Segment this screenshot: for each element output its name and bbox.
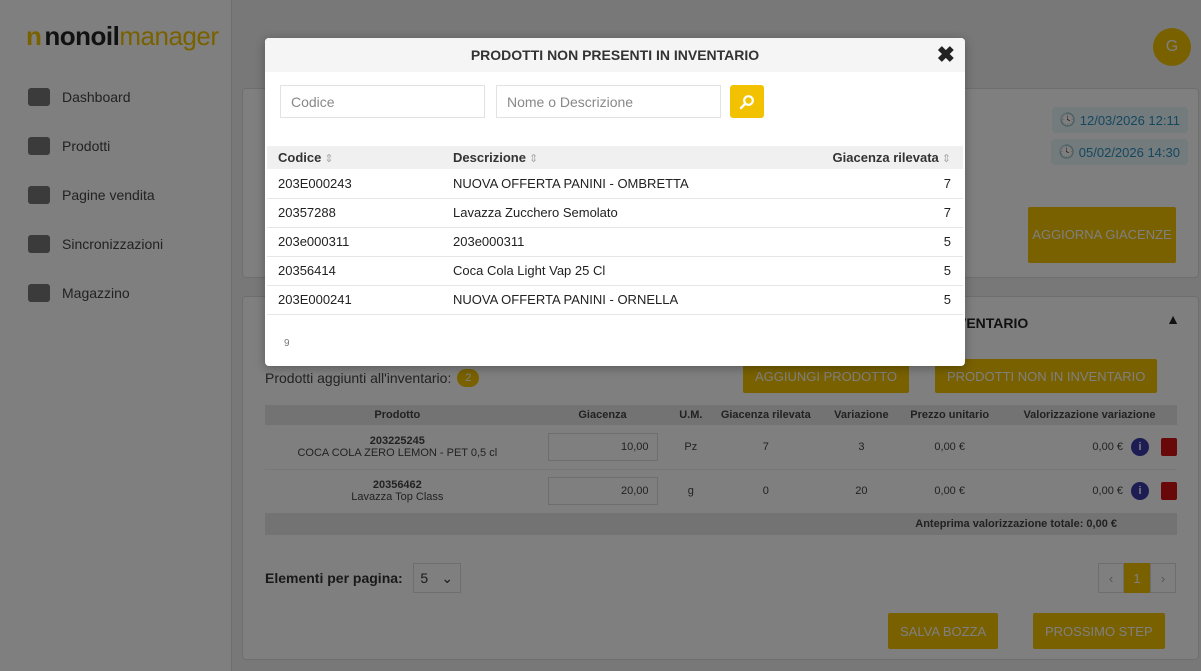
descrizione-cell: NUOVA OFFERTA PANINI - OMBRETTA bbox=[442, 169, 802, 199]
table-row[interactable]: 203E000243 NUOVA OFFERTA PANINI - OMBRET… bbox=[267, 169, 963, 199]
codice-cell: 203E000243 bbox=[267, 169, 442, 199]
search-row bbox=[280, 85, 764, 118]
giacenza-cell: 7 bbox=[802, 169, 963, 199]
giacenza-cell: 5 bbox=[802, 227, 963, 257]
giacenza-cell: 5 bbox=[802, 285, 963, 315]
codice-cell: 20357288 bbox=[267, 198, 442, 228]
sort-icon: ⇕ bbox=[324, 153, 334, 165]
descrizione-cell: Lavazza Zucchero Semolato bbox=[442, 198, 802, 228]
giacenza-cell: 5 bbox=[802, 256, 963, 286]
table-row[interactable]: 203e000311 203e000311 5 bbox=[267, 227, 963, 257]
table-header: Codice ⇕ Descrizione ⇕ Giacenza rilevata ⇕ bbox=[267, 146, 963, 169]
missing-products-table: Codice ⇕ Descrizione ⇕ Giacenza rilevata ⇕ … bbox=[267, 146, 963, 315]
codice-cell: 20356414 bbox=[267, 256, 442, 286]
sort-icon: ⇕ bbox=[941, 153, 951, 165]
products-not-in-inventory-modal: PRODOTTI NON PRESENTI IN INVENTARIO ✖ Co… bbox=[265, 38, 965, 366]
modal-title: PRODOTTI NON PRESENTI IN INVENTARIO bbox=[470, 47, 760, 63]
col-codice[interactable]: Codice ⇕ bbox=[267, 146, 442, 169]
close-icon[interactable]: ✖ bbox=[937, 42, 955, 68]
table-row[interactable]: 20356414 Coca Cola Light Vap 25 Cl 5 bbox=[267, 256, 963, 286]
codice-cell: 203E000241 bbox=[267, 285, 442, 315]
codice-cell: 203e000311 bbox=[267, 227, 442, 257]
table-row[interactable]: 20357288 Lavazza Zucchero Semolato 7 bbox=[267, 198, 963, 228]
result-count: 9 bbox=[284, 338, 290, 349]
giacenza-cell: 7 bbox=[802, 198, 963, 228]
sort-icon: ⇕ bbox=[528, 153, 539, 165]
table-row[interactable]: 203E000241 NUOVA OFFERTA PANINI - ORNELL… bbox=[267, 285, 963, 315]
descrizione-cell: 203e000311 bbox=[442, 227, 802, 257]
col-giacenza-rilevata[interactable]: Giacenza rilevata ⇕ bbox=[802, 146, 963, 169]
descrizione-cell: Coca Cola Light Vap 25 Cl bbox=[442, 256, 802, 286]
modal-header: PRODOTTI NON PRESENTI IN INVENTARIO ✖ bbox=[265, 38, 965, 72]
descrizione-cell: NUOVA OFFERTA PANINI - ORNELLA bbox=[442, 285, 802, 315]
col-descrizione[interactable]: Descrizione ⇕ bbox=[442, 146, 802, 169]
nome-descrizione-input[interactable] bbox=[496, 85, 721, 118]
search-button[interactable] bbox=[730, 85, 764, 118]
codice-input[interactable] bbox=[280, 85, 485, 118]
search-icon bbox=[739, 94, 754, 109]
